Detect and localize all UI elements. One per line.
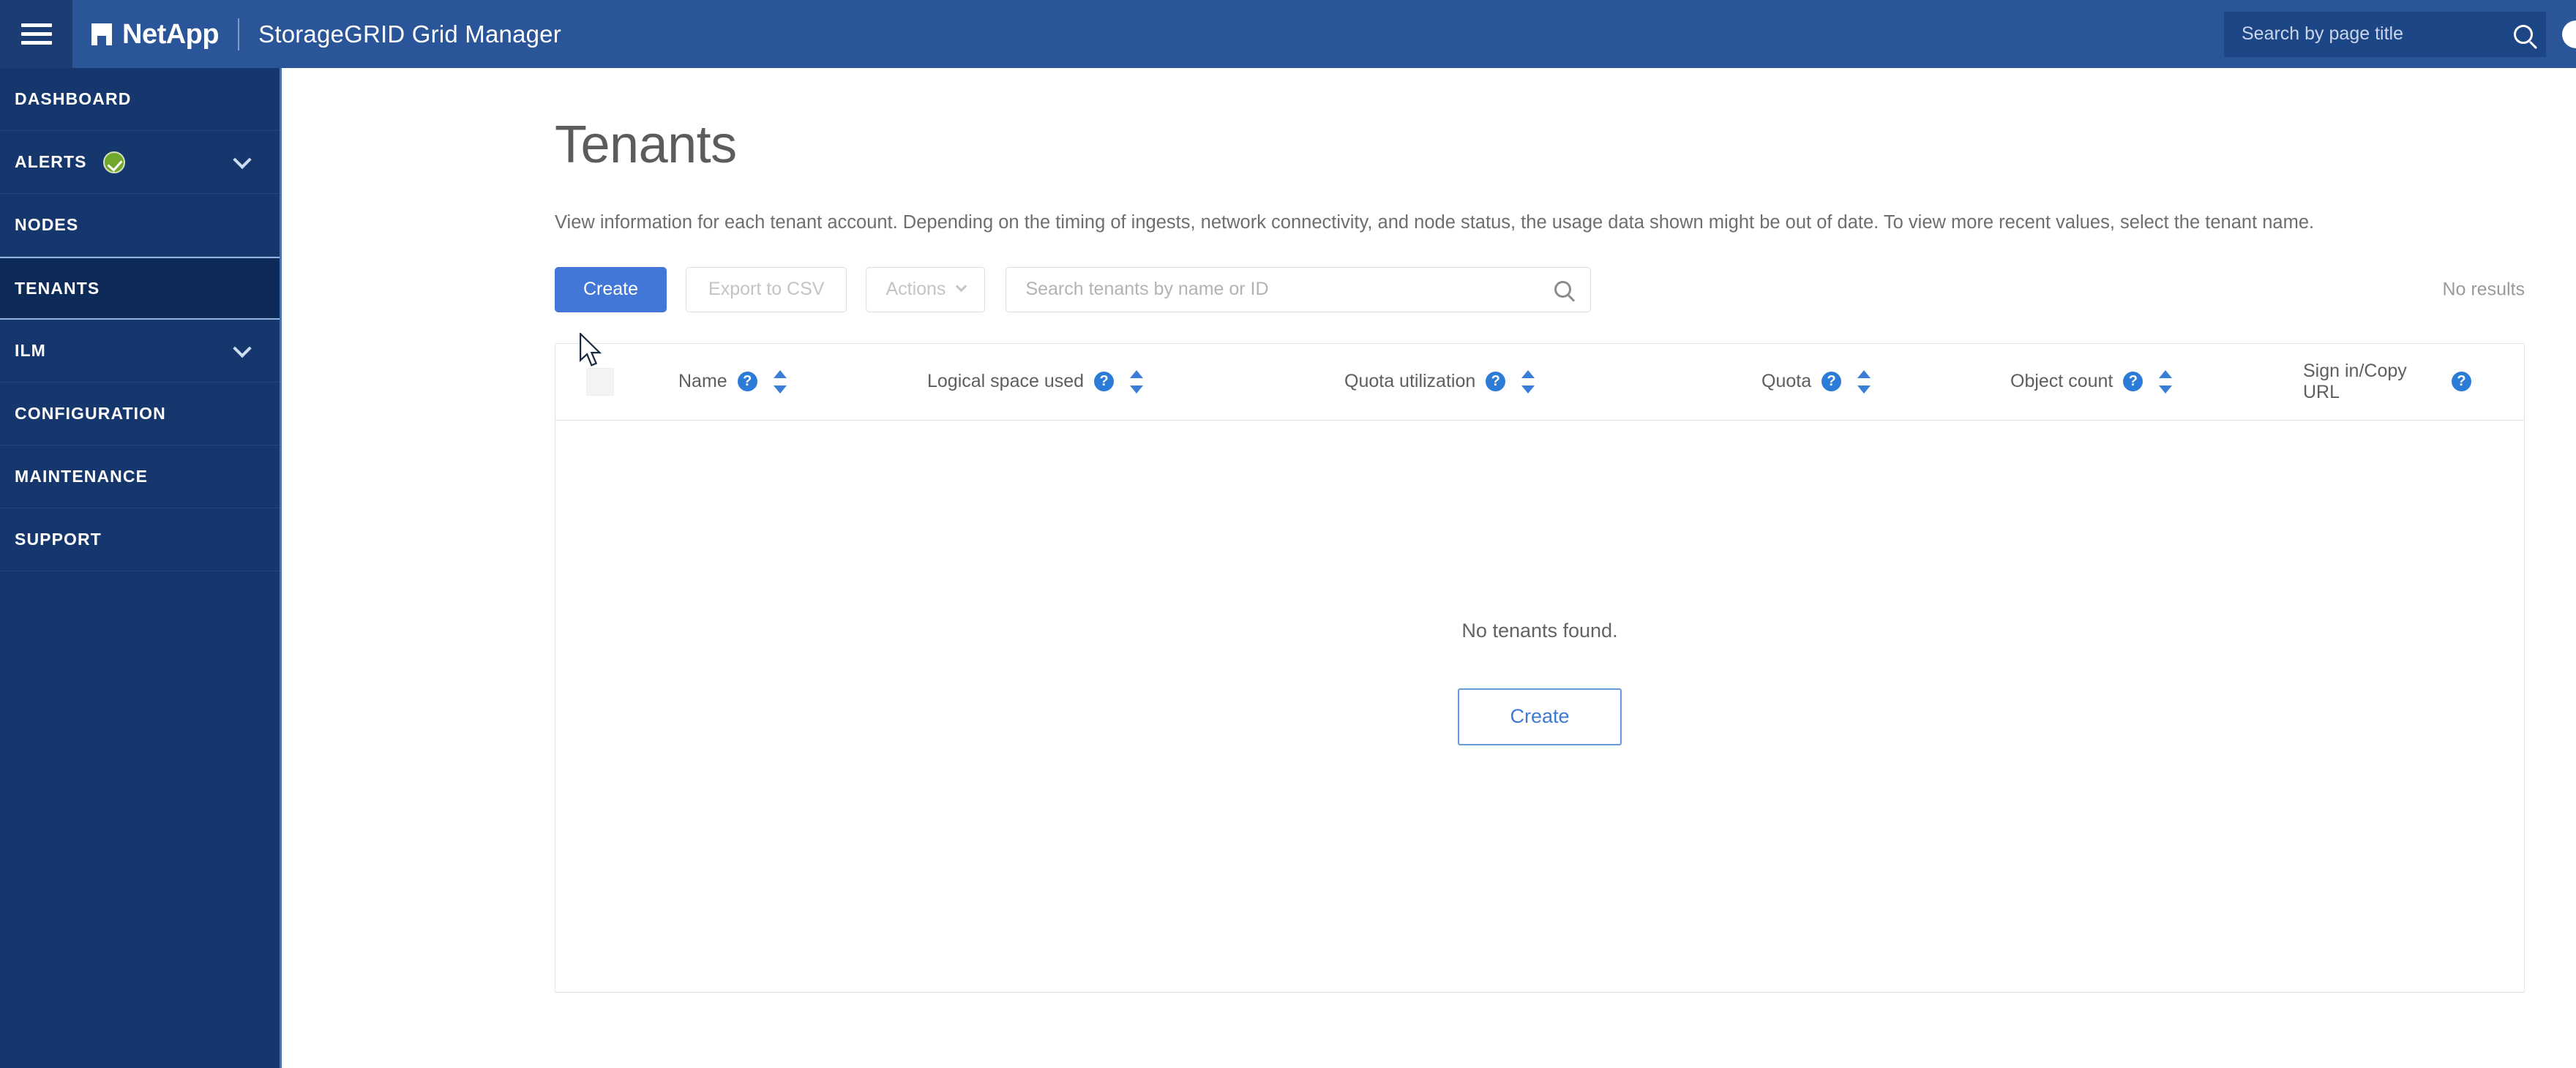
sort-toggle-name[interactable] — [773, 369, 787, 394]
sidebar-item-label: ILM — [15, 341, 46, 360]
column-label: Sign in/Copy URL — [2303, 360, 2407, 402]
help-icon[interactable]: ? — [2452, 372, 2471, 392]
sidebar-item-support[interactable]: SUPPORT — [0, 508, 280, 571]
column-header-logical-space-used: Logical space used ? — [927, 343, 1344, 420]
brand-divider — [238, 18, 240, 50]
header-right-area — [2224, 0, 2576, 68]
main-content-area: Tenants View information for each tenant… — [284, 68, 2576, 1068]
tenants-toolbar: Create Export to CSV Actions No results — [555, 266, 2525, 312]
column-label: Quota utilization — [1344, 371, 1476, 392]
results-count-text: No results — [2442, 279, 2525, 300]
help-icon[interactable]: ? — [1821, 372, 1842, 392]
sidebar-item-configuration[interactable]: CONFIGURATION — [0, 383, 280, 445]
export-to-csv-button[interactable]: Export to CSV — [686, 266, 847, 312]
sidebar-item-nodes[interactable]: NODES — [0, 194, 280, 257]
tenants-table: Name ? Logical space used ? Quota utiliz… — [555, 342, 2525, 993]
empty-state-create-button[interactable]: Create — [1458, 688, 1622, 745]
user-avatar-icon[interactable] — [2562, 20, 2576, 48]
table-header-row: Name ? Logical space used ? Quota utiliz… — [555, 344, 2524, 421]
tenant-search-box[interactable] — [1006, 266, 1592, 312]
column-label: Name — [678, 371, 727, 392]
sidebar-item-dashboard[interactable]: DASHBOARD — [0, 68, 280, 131]
column-header-sign-in-copy-url: Sign in/Copy URL ? — [2303, 343, 2524, 420]
page-title-search-box[interactable] — [2224, 11, 2546, 57]
page-description: View information for each tenant account… — [555, 212, 2315, 233]
column-header-quota: Quota ? — [1761, 343, 2010, 420]
application-window: NetApp StorageGRID Grid Manager DASHBOAR… — [0, 0, 2576, 1068]
help-icon[interactable]: ? — [1094, 372, 1115, 392]
netapp-wordmark: NetApp — [122, 18, 220, 50]
sidebar-item-ilm[interactable]: ILM — [0, 320, 280, 383]
select-all-checkbox[interactable] — [586, 367, 614, 396]
sidebar-item-maintenance[interactable]: MAINTENANCE — [0, 445, 280, 508]
chevron-down-icon[interactable] — [233, 150, 252, 169]
sort-toggle-object-count[interactable] — [2159, 369, 2173, 394]
sidebar-item-label: ALERTS — [15, 152, 87, 171]
search-icon[interactable] — [2514, 24, 2533, 44]
sidebar-item-tenants[interactable]: TENANTS — [0, 257, 280, 320]
sort-toggle-logical-space-used[interactable] — [1130, 369, 1144, 394]
ok-check-icon — [102, 151, 125, 173]
chevron-down-icon — [956, 280, 967, 293]
sidebar-item-label: NODES — [15, 215, 79, 234]
table-body-empty-state: No tenants found. Create — [555, 421, 2524, 992]
tenant-search-input[interactable] — [1025, 279, 1555, 301]
actions-dropdown-button[interactable]: Actions — [866, 266, 986, 312]
column-header-quota-utilization: Quota utilization ? — [1344, 343, 1761, 420]
search-icon[interactable] — [1554, 281, 1572, 298]
column-label: Quota — [1761, 371, 1812, 392]
create-button[interactable]: Create — [555, 266, 667, 312]
column-header-object-count: Object count ? — [2010, 343, 2303, 420]
sidebar-item-label: MAINTENANCE — [15, 467, 149, 486]
sort-toggle-quota[interactable] — [1857, 369, 1871, 394]
column-label: Object count — [2010, 371, 2113, 392]
empty-state-message: No tenants found. — [1461, 619, 1618, 642]
help-icon[interactable]: ? — [737, 372, 757, 392]
sidebar-item-label: SUPPORT — [15, 530, 102, 549]
brand-area[interactable]: NetApp StorageGRID Grid Manager — [72, 0, 561, 68]
sort-toggle-quota-utilization[interactable] — [1521, 369, 1535, 394]
netapp-logo-icon — [91, 23, 112, 45]
column-label: Logical space used — [927, 371, 1085, 392]
help-icon[interactable]: ? — [2123, 372, 2143, 392]
chevron-down-icon[interactable] — [233, 339, 252, 358]
help-icon[interactable]: ? — [1486, 372, 1506, 392]
hamburger-icon — [20, 18, 52, 50]
column-header-name: Name ? — [678, 343, 927, 420]
hamburger-menu-button[interactable] — [0, 0, 72, 68]
actions-label: Actions — [886, 279, 946, 300]
select-all-column-header — [555, 343, 678, 420]
sidebar-item-label: DASHBOARD — [15, 89, 132, 108]
product-title: StorageGRID Grid Manager — [258, 20, 561, 48]
page-title: Tenants — [555, 116, 737, 174]
sidebar-item-label: CONFIGURATION — [15, 404, 166, 423]
sidebar-item-label: TENANTS — [15, 278, 100, 298]
page-title-search-input[interactable] — [2242, 23, 2514, 45]
sidebar-navigation: DASHBOARD ALERTS NODES TENANTS ILM CONFI… — [0, 68, 282, 1068]
sidebar-item-alerts[interactable]: ALERTS — [0, 131, 280, 194]
top-header-bar: NetApp StorageGRID Grid Manager — [0, 0, 2576, 68]
